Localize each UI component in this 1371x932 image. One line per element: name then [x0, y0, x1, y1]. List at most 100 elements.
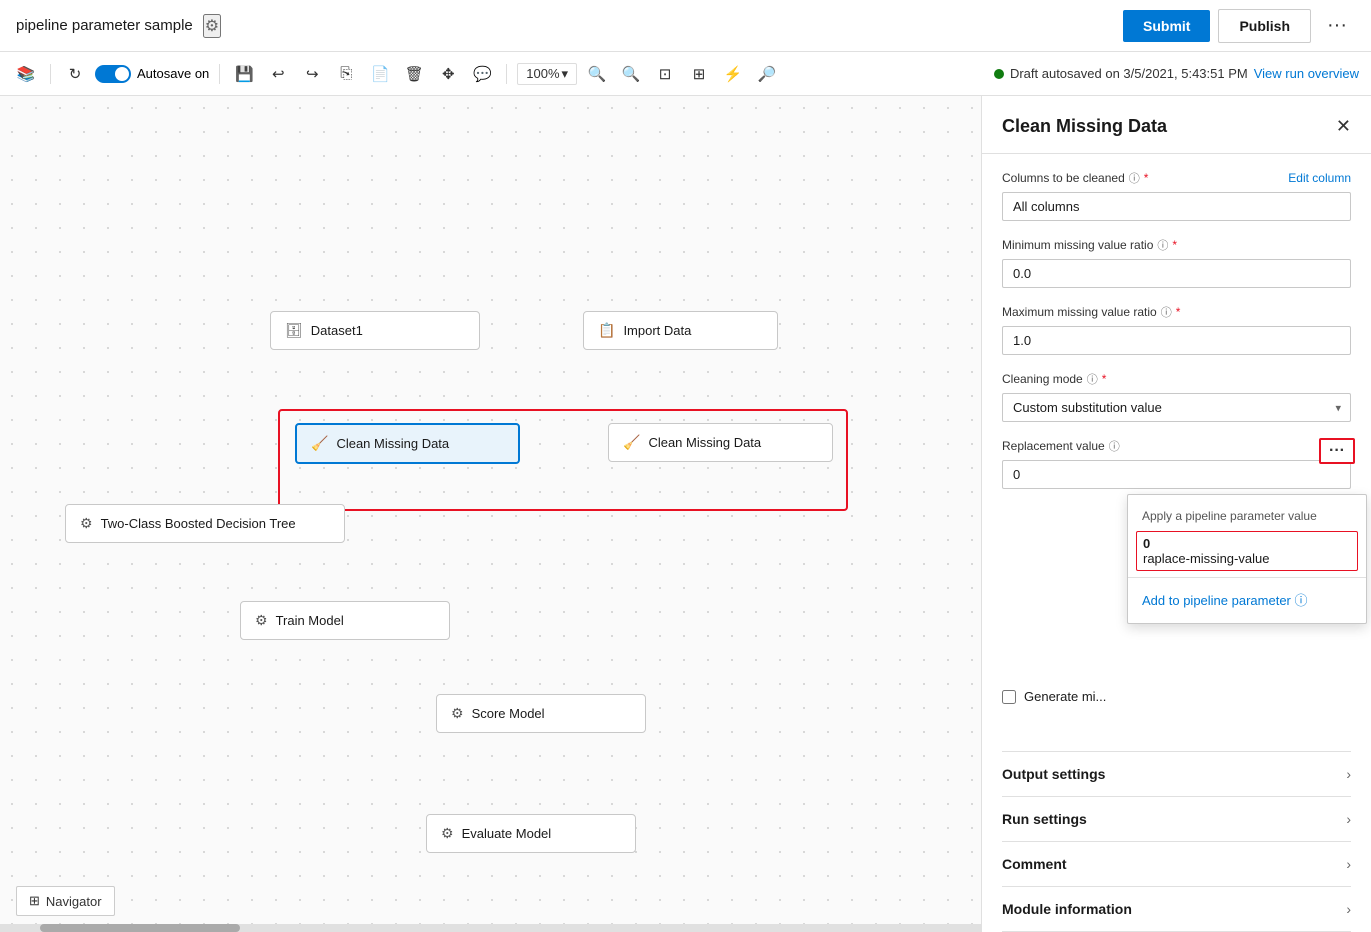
paste-icon[interactable]: 📄 [366, 60, 394, 88]
edit-column-link[interactable]: Edit column [1288, 171, 1351, 185]
replacement-more-button[interactable]: ··· [1319, 438, 1355, 464]
dropdown-divider [1128, 577, 1366, 578]
title-bar: pipeline parameter sample ⚙ Submit Publi… [0, 0, 1371, 52]
min-ratio-required: * [1172, 238, 1177, 252]
panel-body: Columns to be cleaned ⓘ * Edit column Mi… [982, 154, 1371, 751]
move-icon[interactable]: ✥ [434, 60, 462, 88]
score-model-icon: ⚙ [451, 705, 464, 722]
output-settings-title: Output settings [1002, 766, 1105, 782]
node-score-model[interactable]: ⚙ Score Model [436, 694, 646, 733]
scrollbar-thumb [40, 924, 240, 932]
add-to-pipeline-link[interactable]: Add to pipeline parameter ⓘ [1128, 584, 1366, 615]
undo-icon[interactable]: ↩ [264, 60, 292, 88]
max-ratio-required: * [1176, 305, 1181, 319]
zoom-chevron: ▾ [562, 66, 569, 82]
add-to-pipeline-text: Add to pipeline parameter [1142, 593, 1291, 608]
dropdown-param-value: 0 [1143, 536, 1351, 551]
max-ratio-help-icon[interactable]: ⓘ [1161, 304, 1172, 320]
node-dataset1[interactable]: 🗄 Dataset1 [270, 311, 480, 350]
columns-label: Columns to be cleaned ⓘ * Edit column [1002, 170, 1351, 186]
output-settings-section[interactable]: Output settings › [1002, 751, 1351, 796]
search-icon[interactable]: 🔎 [753, 60, 781, 88]
node-evaluate-model[interactable]: ⚙ Evaluate Model [426, 814, 636, 853]
more-options-button[interactable]: ··· [1319, 10, 1355, 41]
panel-close-button[interactable]: ✕ [1336, 116, 1351, 137]
fit-icon[interactable]: ⊡ [651, 60, 679, 88]
import-data-icon: 📋 [598, 322, 615, 339]
sections-container: Output settings › Run settings › Comment… [982, 751, 1371, 932]
autosave-toggle[interactable]: Autosave on [95, 65, 209, 83]
refresh-icon[interactable]: ↻ [61, 60, 89, 88]
save-icon[interactable]: 💾 [230, 60, 258, 88]
lightning-icon[interactable]: ⚡ [719, 60, 747, 88]
max-ratio-field-group: Maximum missing value ratio ⓘ * [1002, 304, 1351, 355]
run-settings-section[interactable]: Run settings › [1002, 796, 1351, 841]
canvas-scrollbar[interactable] [0, 924, 981, 932]
separator-3 [506, 64, 507, 84]
node-clean-missing-1[interactable]: 🧹 Clean Missing Data [295, 423, 520, 464]
generate-missing-checkbox[interactable] [1002, 690, 1016, 704]
generate-missing-label: Generate mi... [1024, 689, 1106, 704]
cleaning-mode-help-icon[interactable]: ⓘ [1087, 371, 1098, 387]
columns-input[interactable] [1002, 192, 1351, 221]
replacement-value-help-icon[interactable]: ⓘ [1109, 438, 1120, 454]
zoom-out-icon[interactable]: 🔍 [617, 60, 645, 88]
dataset1-label: Dataset1 [311, 323, 363, 338]
dropdown-apply-label: Apply a pipeline parameter value [1128, 503, 1366, 529]
comment-section[interactable]: Comment › [1002, 841, 1351, 886]
module-information-chevron-icon: › [1346, 901, 1351, 917]
title-actions: Submit Publish ··· [1123, 9, 1355, 43]
cleaning-mode-required: * [1102, 372, 1107, 386]
delete-icon[interactable]: 🗑 [400, 60, 428, 88]
comment-icon[interactable]: 💬 [468, 60, 496, 88]
min-ratio-help-icon[interactable]: ⓘ [1157, 237, 1168, 253]
cleaning-mode-select-wrapper: Custom substitution value Replace with m… [1002, 393, 1351, 422]
status-dot [994, 69, 1004, 79]
submit-button[interactable]: Submit [1123, 10, 1210, 42]
zoom-in-icon[interactable]: 🔍 [583, 60, 611, 88]
settings-icon[interactable]: ⚙ [203, 14, 221, 38]
zoom-control[interactable]: 100% ▾ [517, 63, 577, 85]
max-ratio-input[interactable] [1002, 326, 1351, 355]
evaluate-model-label: Evaluate Model [462, 826, 552, 841]
main-area: 🗄 Dataset1 📋 Import Data 🧹 Clean Missing… [0, 96, 1371, 932]
dropdown-param-item[interactable]: 0 raplace-missing-value [1136, 531, 1358, 571]
status-text: Draft autosaved on 3/5/2021, 5:43:51 PM [1010, 66, 1248, 81]
autosave-label: Autosave on [137, 66, 209, 81]
navigator-icon: ⊞ [29, 893, 40, 909]
navigator-label: Navigator [46, 894, 102, 909]
train-model-label: Train Model [276, 613, 344, 628]
redo-icon[interactable]: ↪ [298, 60, 326, 88]
pipeline-title: pipeline parameter sample [16, 17, 193, 34]
max-ratio-label-text: Maximum missing value ratio [1002, 305, 1157, 319]
module-information-section[interactable]: Module information › [1002, 886, 1351, 932]
clean-missing-2-label: Clean Missing Data [648, 435, 761, 450]
pipeline-canvas[interactable]: 🗄 Dataset1 📋 Import Data 🧹 Clean Missing… [0, 96, 981, 932]
toggle-knob [115, 67, 129, 81]
toolbar: 📚 ↻ Autosave on 💾 ↩ ↪ ⎘ 📄 🗑 ✥ 💬 100% ▾ 🔍… [0, 52, 1371, 96]
clean-missing-1-label: Clean Missing Data [336, 436, 449, 451]
replacement-value-input[interactable] [1002, 460, 1351, 489]
min-ratio-input[interactable] [1002, 259, 1351, 288]
node-clean-missing-2[interactable]: 🧹 Clean Missing Data [608, 423, 833, 462]
replacement-value-label-text: Replacement value [1002, 439, 1105, 453]
grid-icon[interactable]: ⊞ [685, 60, 713, 88]
pipeline-param-dropdown: Apply a pipeline parameter value 0 rapla… [1127, 494, 1367, 624]
publish-button[interactable]: Publish [1218, 9, 1311, 43]
columns-required: * [1144, 171, 1149, 185]
dropdown-param-name: raplace-missing-value [1143, 551, 1351, 566]
navigator-button[interactable]: ⊞ Navigator [16, 886, 115, 916]
copy-icon[interactable]: ⎘ [332, 60, 360, 88]
node-import-data[interactable]: 📋 Import Data [583, 311, 778, 350]
view-run-link[interactable]: View run overview [1254, 66, 1359, 81]
evaluate-model-icon: ⚙ [441, 825, 454, 842]
library-icon[interactable]: 📚 [12, 60, 40, 88]
columns-field-group: Columns to be cleaned ⓘ * Edit column [1002, 170, 1351, 221]
columns-help-icon[interactable]: ⓘ [1129, 170, 1140, 186]
node-train-model[interactable]: ⚙ Train Model [240, 601, 450, 640]
cleaning-mode-select[interactable]: Custom substitution value Replace with m… [1002, 393, 1351, 422]
cleaning-mode-field-group: Cleaning mode ⓘ * Custom substitution va… [1002, 371, 1351, 422]
node-decision-tree[interactable]: ⚙ Two-Class Boosted Decision Tree [65, 504, 345, 543]
clean-missing-2-icon: 🧹 [623, 434, 640, 451]
run-settings-title: Run settings [1002, 811, 1087, 827]
